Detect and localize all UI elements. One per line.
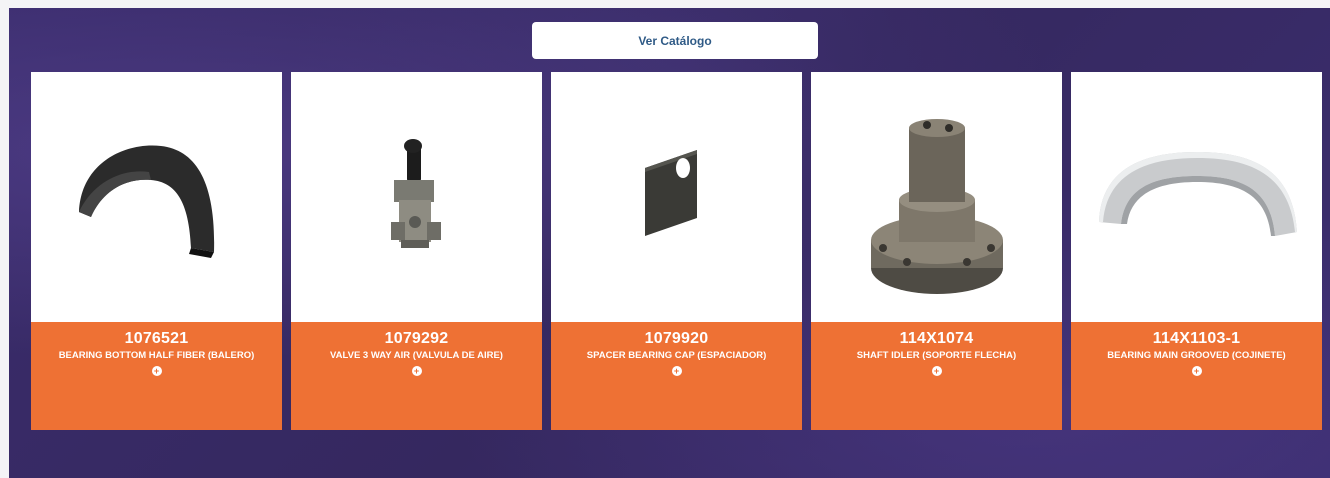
product-card[interactable]: 1079292 VALVE 3 WAY AIR (VALVULA DE AIRE… [291, 72, 542, 430]
product-card[interactable]: 1079920 SPACER BEARING CAP (ESPACIADOR) … [551, 72, 802, 430]
product-description: VALVE 3 WAY AIR (VALVULA DE AIRE) [330, 350, 503, 361]
product-card[interactable]: 1076521 BEARING BOTTOM HALF FIBER (BALER… [31, 72, 282, 430]
product-description: SHAFT IDLER (SOPORTE FLECHA) [856, 350, 1017, 361]
view-catalog-button[interactable]: Ver Catálogo [532, 22, 818, 59]
product-code[interactable]: 114X1103-1 [1071, 330, 1322, 348]
product-image[interactable] [811, 72, 1062, 322]
product-info: 1076521 BEARING BOTTOM HALF FIBER (BALER… [31, 322, 282, 430]
product-code[interactable]: 114X1074 [811, 330, 1062, 348]
product-image[interactable] [31, 72, 282, 322]
product-description: SPACER BEARING CAP (ESPACIADOR) [586, 350, 767, 361]
plus-circle-icon[interactable]: + [931, 366, 942, 376]
product-info: 114X1103-1 BEARING MAIN GROOVED (COJINET… [1071, 322, 1322, 430]
product-description: BEARING MAIN GROOVED (COJINETE) [1107, 350, 1286, 361]
product-card[interactable]: 114X1103-1 BEARING MAIN GROOVED (COJINET… [1071, 72, 1322, 430]
plus-circle-icon[interactable]: + [151, 366, 162, 376]
product-image[interactable] [291, 72, 542, 322]
plus-circle-icon[interactable]: + [1191, 366, 1202, 376]
product-section: Ver Catálogo 1076521 BEARING BOTTOM HALF… [9, 8, 1330, 478]
product-info: 114X1074 SHAFT IDLER (SOPORTE FLECHA) + [811, 322, 1062, 430]
plus-circle-icon[interactable]: + [671, 366, 682, 376]
product-code[interactable]: 1079920 [551, 330, 802, 348]
plus-circle-icon[interactable]: + [411, 366, 422, 376]
product-code[interactable]: 1079292 [291, 330, 542, 348]
product-code[interactable]: 1076521 [31, 330, 282, 348]
product-image[interactable] [1071, 72, 1322, 322]
product-card[interactable]: 114X1074 SHAFT IDLER (SOPORTE FLECHA) + [811, 72, 1062, 430]
product-description: BEARING BOTTOM HALF FIBER (BALERO) [58, 350, 255, 361]
product-info: 1079920 SPACER BEARING CAP (ESPACIADOR) … [551, 322, 802, 430]
product-info: 1079292 VALVE 3 WAY AIR (VALVULA DE AIRE… [291, 322, 542, 430]
product-image[interactable] [551, 72, 802, 322]
